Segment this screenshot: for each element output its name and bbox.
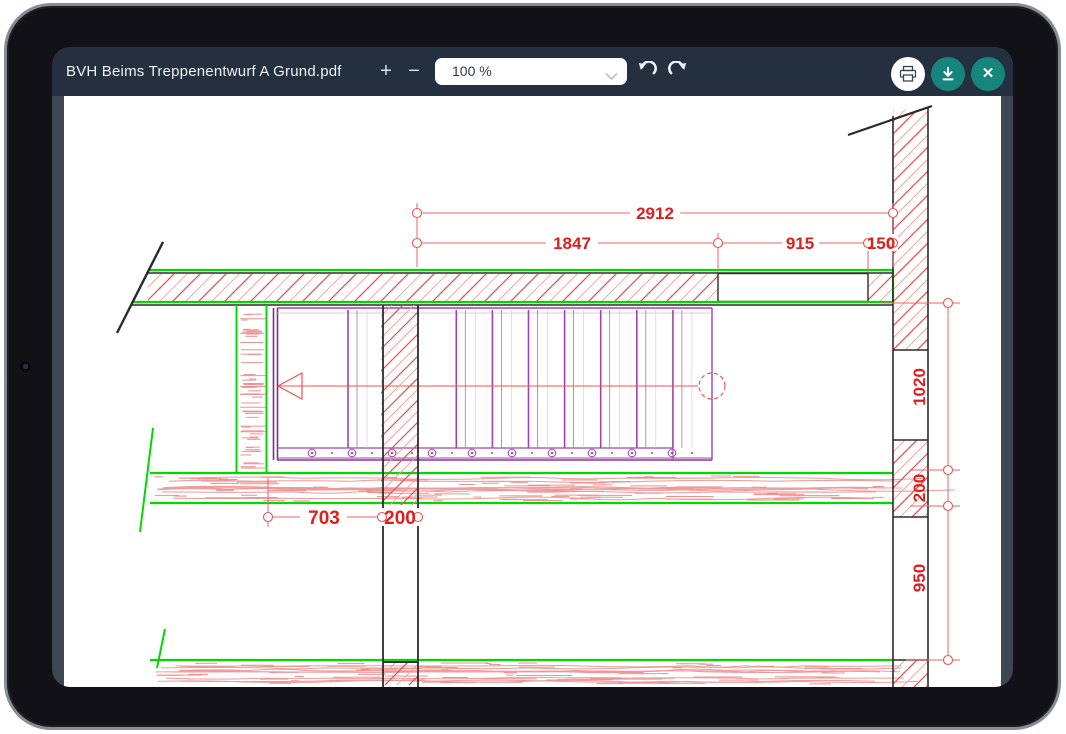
zoom-level-value: 100 %: [452, 58, 492, 85]
close-button[interactable]: ✕: [971, 57, 1005, 91]
zoom-in-button[interactable]: +: [374, 59, 398, 83]
dim-label-right-lower: 950: [910, 564, 929, 592]
dim-label-bottom-span: 703: [308, 508, 340, 529]
break-line: [140, 428, 153, 532]
print-button[interactable]: [891, 57, 925, 91]
cad-drawing: 2912 1847 915 150 1020 200 950 703 200: [64, 96, 1001, 687]
download-icon: [939, 65, 957, 83]
redo-icon[interactable]: [667, 61, 689, 83]
stair-plan: [274, 308, 726, 460]
zoom-level-select[interactable]: 100 %: [435, 58, 627, 85]
timber-wall-section: [237, 305, 267, 473]
dim-label-beam: 915: [786, 234, 814, 253]
break-line: [848, 106, 932, 135]
undo-icon[interactable]: [636, 61, 658, 83]
ceiling-slab: [117, 242, 893, 333]
dim-label-total: 2912: [636, 204, 674, 223]
printer-icon: [899, 66, 917, 83]
dim-label-bottom-post: 200: [384, 508, 416, 529]
dimension-lines: 2912 1847 915 150 1020 200 950 703 200: [264, 203, 961, 665]
dim-label-right-floor: 200: [910, 474, 929, 502]
screenshot-canvas: BVH Beims Treppenentwurf A Grund.pdf + −…: [0, 0, 1066, 734]
app-screen: BVH Beims Treppenentwurf A Grund.pdf + −…: [52, 47, 1013, 687]
download-button[interactable]: [931, 57, 965, 91]
floor-slabs: [140, 428, 955, 684]
document-title: BVH Beims Treppenentwurf A Grund.pdf: [66, 47, 342, 96]
front-camera: [20, 361, 31, 372]
break-line: [117, 242, 163, 333]
dim-label-wall: 150: [867, 234, 895, 253]
pdf-page[interactable]: 2912 1847 915 150 1020 200 950 703 200: [64, 96, 1001, 687]
pdf-viewer-toolbar: BVH Beims Treppenentwurf A Grund.pdf + −…: [52, 47, 1013, 96]
dim-label-right-upper: 1020: [910, 368, 929, 406]
dim-label-run: 1847: [553, 234, 591, 253]
zoom-out-button[interactable]: −: [402, 59, 426, 83]
chevron-down-icon: [605, 68, 618, 86]
break-line: [157, 629, 165, 668]
